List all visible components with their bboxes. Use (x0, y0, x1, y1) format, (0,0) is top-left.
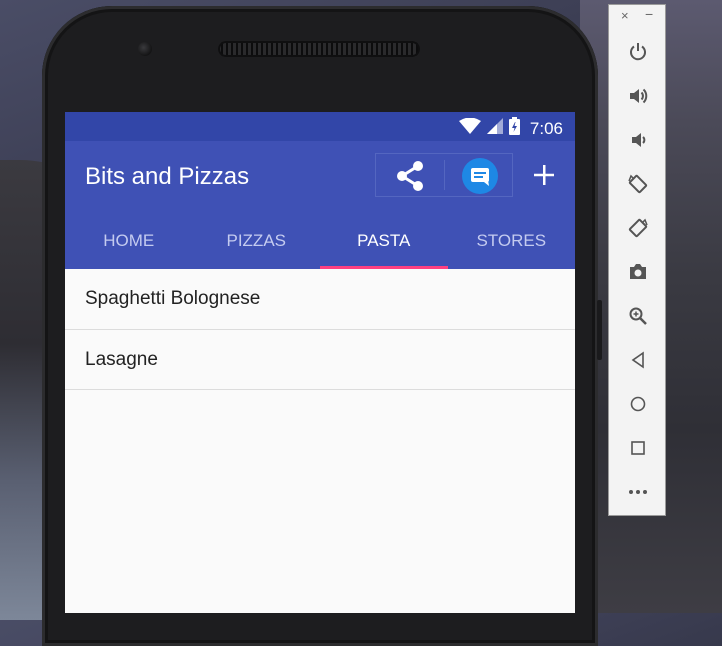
tab-home[interactable]: HOME (65, 226, 193, 269)
more-icon (628, 489, 648, 495)
app-bar: Bits and Pizzas HOME PIZZAS PASTA STORES (65, 141, 575, 269)
zoom-button[interactable] (624, 302, 652, 330)
emulator-toolbar: × − (608, 4, 666, 516)
power-button[interactable] (624, 38, 652, 66)
tab-bar: HOME PIZZAS PASTA STORES (65, 226, 575, 269)
tab-stores[interactable]: STORES (448, 226, 576, 269)
list-item[interactable]: Spaghetti Bolognese (65, 269, 575, 330)
minimize-button[interactable]: − (645, 6, 653, 22)
list-item[interactable]: Lasagne (65, 330, 575, 390)
device-screen: 7:06 Bits and Pizzas HOME PIZZAS PASTA S… (65, 112, 575, 613)
rotate-right-button[interactable] (624, 214, 652, 242)
tab-label: PASTA (357, 231, 411, 250)
add-button[interactable] (531, 157, 557, 193)
tab-label: PIZZAS (226, 231, 286, 250)
more-button[interactable] (624, 478, 652, 506)
tab-label: STORES (476, 231, 547, 250)
screenshot-button[interactable] (624, 258, 652, 286)
overview-button[interactable] (624, 434, 652, 462)
rotate-right-icon (627, 217, 649, 239)
tab-label: HOME (103, 231, 155, 250)
share-button[interactable] (392, 158, 428, 194)
camera-icon (628, 263, 648, 281)
action-group (375, 153, 513, 197)
wifi-icon (458, 117, 481, 139)
front-camera (138, 42, 152, 56)
status-time: 7:06 (529, 118, 563, 138)
app-title: Bits and Pizzas (85, 163, 250, 190)
side-button[interactable] (597, 300, 602, 360)
volume-down-icon (628, 130, 648, 150)
home-button[interactable] (624, 390, 652, 418)
volume-down-button[interactable] (624, 126, 652, 154)
status-bar: 7:06 (65, 112, 575, 141)
volume-up-icon (628, 86, 648, 106)
back-icon (629, 351, 647, 369)
power-icon (628, 42, 648, 62)
battery-icon (508, 117, 520, 140)
close-button[interactable]: × (621, 8, 629, 23)
plus-icon (531, 165, 557, 197)
tab-pasta[interactable]: PASTA (320, 226, 448, 269)
overview-icon (629, 439, 647, 457)
emulator-window-controls: × − (609, 5, 667, 29)
share-icon (392, 161, 428, 198)
back-button[interactable] (624, 346, 652, 374)
rotate-left-icon (627, 173, 649, 195)
messages-app-button[interactable] (462, 158, 498, 194)
message-icon (462, 168, 498, 198)
tab-pizzas[interactable]: PIZZAS (193, 226, 321, 269)
rotate-left-button[interactable] (624, 170, 652, 198)
pasta-list: Spaghetti Bolognese Lasagne (65, 269, 575, 390)
action-divider (444, 160, 445, 190)
zoom-icon (628, 306, 648, 326)
signal-icon (486, 118, 503, 139)
speaker-grille (218, 41, 420, 57)
volume-up-button[interactable] (624, 82, 652, 110)
home-icon (629, 395, 647, 413)
